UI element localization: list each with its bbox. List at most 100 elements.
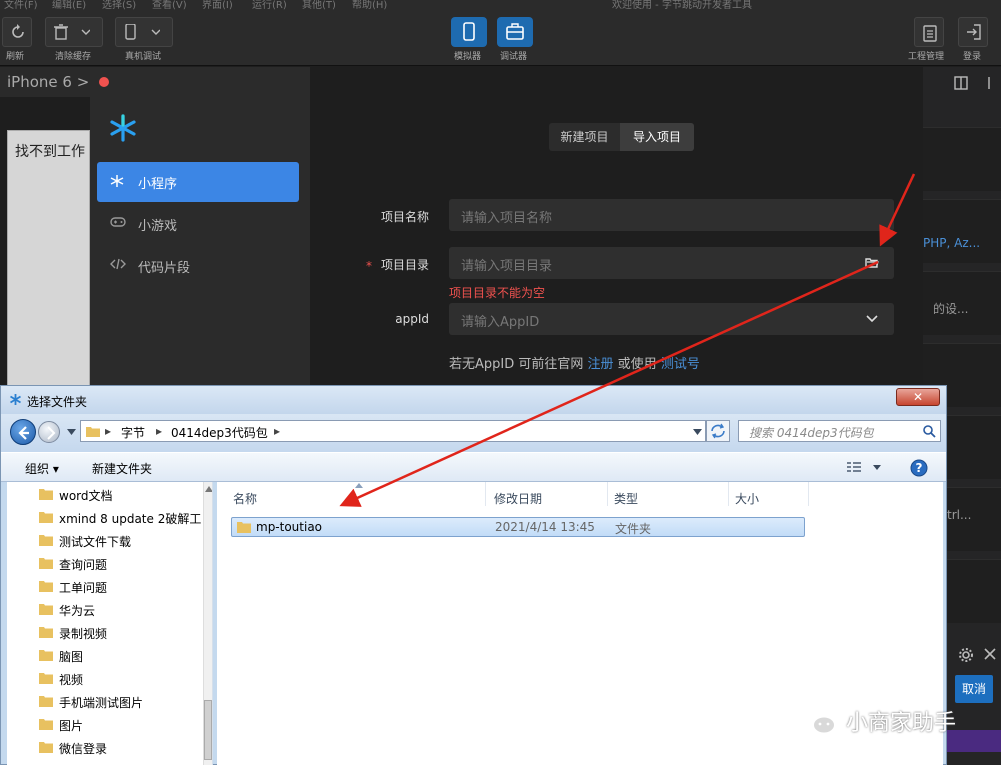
dialog-close-button[interactable] xyxy=(99,77,109,87)
folder-icon xyxy=(39,489,53,500)
tab-new-project[interactable]: 新建项目 xyxy=(549,123,620,151)
column-divider[interactable] xyxy=(728,482,729,506)
project-dir-input[interactable]: 请输入项目目录 xyxy=(449,247,894,279)
arrow-right-icon xyxy=(47,426,56,440)
tree-item-label: 微信登录 xyxy=(59,742,108,756)
new-folder-button[interactable]: 新建文件夹 xyxy=(92,460,152,477)
appid-label: appId xyxy=(395,312,429,326)
clear-cache-button[interactable] xyxy=(45,17,103,47)
folder-icon xyxy=(39,581,53,592)
split-layout-icon[interactable] xyxy=(954,76,968,90)
login-button[interactable] xyxy=(958,17,988,47)
chevron-down-icon[interactable] xyxy=(693,429,702,435)
code-icon xyxy=(110,258,126,270)
row-modified: 2021/4/14 13:45 xyxy=(495,520,595,534)
scroll-up-icon[interactable] xyxy=(205,486,213,492)
device-selector[interactable]: iPhone 6 > xyxy=(0,67,90,97)
back-button[interactable] xyxy=(10,419,36,445)
recent-item[interactable]: 的设... xyxy=(923,271,1001,335)
appid-hint: 若无AppID 可前往官网 注册 或使用 测试号 xyxy=(449,353,700,372)
debugger-toggle[interactable] xyxy=(497,17,533,47)
tree-item[interactable]: 脑图 xyxy=(33,645,83,665)
appid-select[interactable]: 请输入AppID xyxy=(449,303,894,335)
tree-item[interactable]: 测试文件下载 xyxy=(33,530,131,550)
nav-mini-program[interactable]: 小程序 xyxy=(97,162,299,202)
tree-item[interactable]: xmind 8 update 2破解工 xyxy=(33,507,201,527)
menu-view[interactable]: 查看(V) xyxy=(152,0,187,10)
recent-item[interactable]: PHP, Az... xyxy=(923,199,1001,263)
login-icon xyxy=(967,24,981,40)
menu-select[interactable]: 选择(S) xyxy=(102,0,136,10)
column-divider[interactable] xyxy=(607,482,608,506)
address-path[interactable]: ▸ 字节 ▸ 0414dep3代码包 ▸ xyxy=(80,420,706,442)
column-header-modified[interactable]: 修改日期 xyxy=(494,490,542,507)
column-header-size[interactable]: 大小 xyxy=(735,490,759,507)
test-account-link[interactable]: 测试号 xyxy=(661,357,700,372)
appid-placeholder: 请输入AppID xyxy=(461,315,540,330)
clipboard-icon xyxy=(923,25,937,42)
path-separator: ▸ xyxy=(105,424,112,438)
register-link[interactable]: 注册 xyxy=(588,357,614,372)
cancel-button[interactable]: 取消 xyxy=(955,675,993,703)
more-icon[interactable] xyxy=(987,76,997,90)
simulator-screen: 找不到工作 xyxy=(7,130,90,400)
gear-icon[interactable] xyxy=(958,647,974,663)
menu-other[interactable]: 其他(T) xyxy=(302,0,336,10)
create-project-dialog: 小程序 小游戏 代码片段 新建项目 导入项目 项目名称 请输入项目名称 * 项目… xyxy=(90,67,923,385)
simulator-toggle[interactable] xyxy=(451,17,487,47)
window-close-button[interactable]: ✕ xyxy=(896,388,940,406)
close-icon[interactable] xyxy=(984,648,996,660)
project-name-label: 项目名称 xyxy=(380,210,429,224)
menu-ui[interactable]: 界面(I) xyxy=(202,0,233,10)
view-options-icon[interactable] xyxy=(847,462,883,474)
help-icon[interactable]: ? xyxy=(910,459,928,477)
mini-program-icon xyxy=(110,175,124,187)
tree-item[interactable]: 查询问题 xyxy=(33,553,107,573)
app-icon xyxy=(10,394,21,405)
menu-run[interactable]: 运行(R) xyxy=(252,0,287,10)
tree-item[interactable]: 工单问题 xyxy=(33,576,107,596)
forward-button[interactable] xyxy=(38,421,60,443)
debugger-label: 调试器 xyxy=(500,52,528,62)
tab-import-project[interactable]: 导入项目 xyxy=(620,123,694,151)
organize-menu[interactable]: 组织 ▾ xyxy=(25,460,59,477)
column-header-name[interactable]: 名称 xyxy=(233,490,257,507)
column-divider[interactable] xyxy=(485,482,486,506)
recent-item[interactable] xyxy=(923,127,1001,191)
menu-file[interactable]: 文件(F) xyxy=(4,0,38,10)
folder-icon xyxy=(39,673,53,684)
refresh-path-button[interactable] xyxy=(706,420,730,442)
nav-code-snippet[interactable]: 代码片段 xyxy=(97,246,299,286)
folder-tree: word文档 xmind 8 update 2破解工 测试文件下载 查询问题 工… xyxy=(7,482,213,765)
project-manage-button[interactable] xyxy=(914,17,944,47)
tree-item[interactable]: word文档 xyxy=(33,484,113,504)
tree-scroll-thumb[interactable] xyxy=(204,700,212,760)
path-segment[interactable]: 0414dep3代码包 xyxy=(171,424,268,441)
tree-item[interactable]: 华为云 xyxy=(33,599,95,619)
tree-item[interactable]: 图片 xyxy=(33,714,83,734)
project-name-input[interactable]: 请输入项目名称 xyxy=(449,199,894,231)
refresh-button[interactable] xyxy=(2,17,32,47)
column-header-type[interactable]: 类型 xyxy=(614,490,638,507)
menu-help[interactable]: 帮助(H) xyxy=(352,0,387,10)
watermark-text: 小商家助手 xyxy=(846,711,957,736)
address-bar-row: ▸ 字节 ▸ 0414dep3代码包 ▸ 搜索 0414dep3代码包 xyxy=(1,414,946,452)
table-row[interactable]: mp-toutiao 2021/4/14 13:45 文件夹 xyxy=(231,517,805,537)
tree-item[interactable]: 视频 xyxy=(33,668,83,688)
column-divider[interactable] xyxy=(808,482,809,506)
tree-item[interactable]: 手机端测试图片 xyxy=(33,691,143,711)
nav-mini-game[interactable]: 小游戏 xyxy=(97,204,299,244)
path-segment[interactable]: 字节 xyxy=(121,424,145,441)
folder-open-icon[interactable] xyxy=(865,257,879,269)
tree-item[interactable]: 微信登录 xyxy=(33,737,107,757)
menu-edit[interactable]: 编辑(E) xyxy=(52,0,86,10)
tree-item-label: 录制视频 xyxy=(59,627,108,641)
folder-icon xyxy=(39,696,53,707)
tree-item[interactable]: 录制视频 xyxy=(33,622,107,642)
path-separator: ▸ xyxy=(274,424,281,438)
folder-icon xyxy=(39,558,53,569)
device-debug-button[interactable] xyxy=(115,17,173,47)
search-input[interactable]: 搜索 0414dep3代码包 xyxy=(738,420,941,442)
folder-icon xyxy=(39,742,53,753)
history-dropdown-icon[interactable] xyxy=(67,429,76,435)
